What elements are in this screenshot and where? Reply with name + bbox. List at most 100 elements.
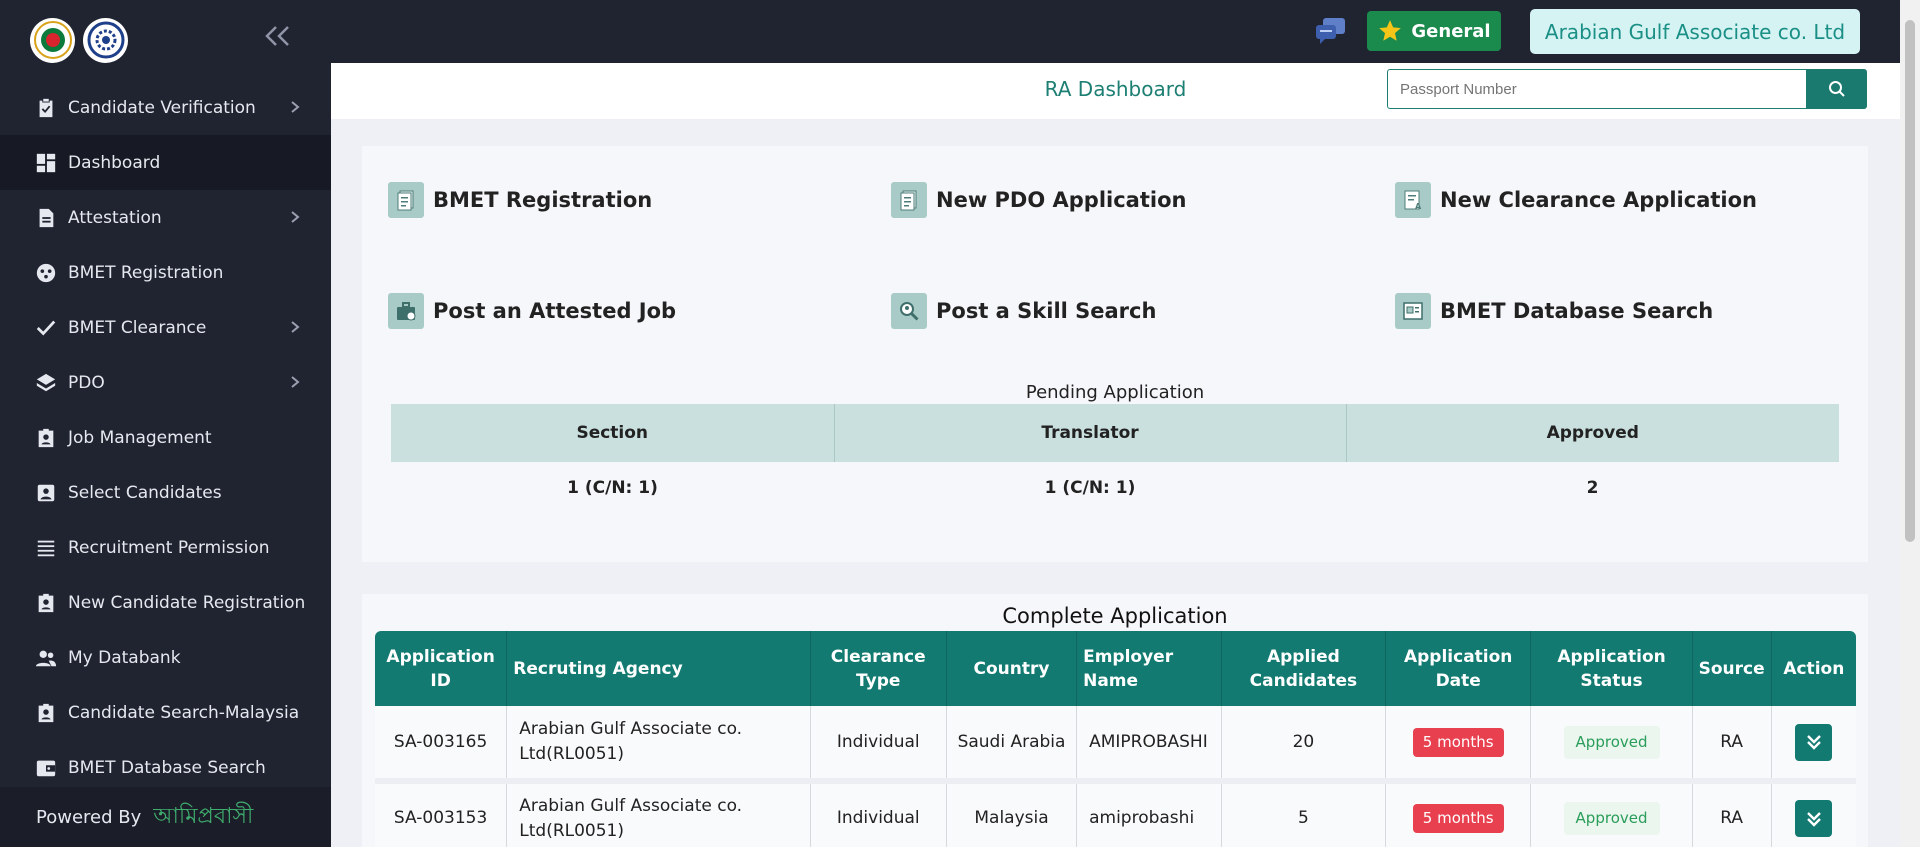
column-header-action: Action: [1771, 631, 1856, 706]
cell-id: SA-003153: [375, 781, 508, 847]
page-scrollbar[interactable]: [1900, 0, 1920, 847]
clearance-doc-icon: A: [1395, 182, 1431, 218]
cell-status: Approved: [1530, 706, 1693, 784]
double-chevron-down-icon: [1806, 735, 1821, 750]
cell-date: 5 months: [1385, 781, 1532, 847]
action-label: Post an Attested Job: [433, 299, 677, 323]
top-bar: General Arabian Gulf Associate co. Ltd: [331, 0, 1900, 63]
chevron-right-icon: [289, 209, 301, 228]
sidebar-item-label: Candidate Search-Malaysia: [68, 702, 300, 723]
general-button[interactable]: General: [1367, 11, 1501, 51]
pending-approved-count[interactable]: 2: [1346, 462, 1839, 514]
action-new-pdo-application[interactable]: New PDO Application: [891, 182, 1186, 218]
sidebar-item-select-candidates[interactable]: Select Candidates: [0, 465, 331, 520]
cell-agency: Arabian Gulf Associate co. Ltd(RL0051): [506, 706, 811, 784]
action-label: BMET Database Search: [1440, 299, 1714, 323]
sidebar-item-job-management[interactable]: Job Management: [0, 410, 331, 465]
column-header-applied-candidates: Applied Candidates: [1221, 631, 1386, 706]
passport-search-input[interactable]: [1387, 69, 1812, 109]
collapse-sidebar-icon[interactable]: [264, 24, 292, 54]
action-bmet-database-search[interactable]: BMET Database Search: [1395, 293, 1713, 329]
column-header-recruting-agency: Recruting Agency: [506, 631, 811, 706]
pending-application-table: Section Translator Approved 1 (C/N: 1) 1…: [391, 404, 1839, 514]
sidebar-item-bmet-registration[interactable]: BMET Registration: [0, 245, 331, 300]
cell-date: 5 months: [1385, 706, 1532, 784]
expand-row-button[interactable]: [1795, 800, 1833, 837]
check-icon: [34, 316, 58, 340]
sidebar-item-label: Dashboard: [68, 152, 161, 173]
sidebar-item-label: PDO: [68, 372, 105, 393]
sidebar-nav: Candidate Verification Dashboard Attestati…: [0, 80, 331, 795]
pending-translator-count[interactable]: 1 (C/N: 1): [834, 462, 1346, 514]
sidebar-item-candidate-search-malaysia[interactable]: Candidate Search-Malaysia: [0, 685, 331, 740]
clipboard-check-icon: [34, 96, 58, 120]
cell-country: Malaysia: [946, 781, 1078, 847]
sidebar-item-dashboard[interactable]: Dashboard: [0, 135, 331, 190]
bangladesh-emblem-logo: [30, 17, 75, 63]
sidebar-item-label: My Databank: [68, 647, 181, 668]
pending-header-translator: Translator: [834, 404, 1347, 462]
scrollbar-thumb[interactable]: [1905, 20, 1915, 542]
quick-actions-panel: BMET Registration New PDO Application A New…: [362, 146, 1868, 562]
contact-icon: [34, 481, 58, 505]
double-chevron-down-icon: [1806, 811, 1821, 827]
expand-row-button[interactable]: [1795, 723, 1833, 761]
column-header-application-id: Application ID: [375, 631, 508, 706]
action-bmet-registration[interactable]: BMET Registration: [388, 182, 652, 218]
cell-type: Individual: [810, 706, 947, 784]
column-header-source: Source: [1692, 631, 1772, 706]
sidebar: Candidate Verification Dashboard Attestati…: [0, 0, 331, 847]
document-icon: [34, 206, 58, 230]
sidebar-item-label: Select Candidates: [68, 482, 222, 503]
sidebar-item-new-candidate-registration[interactable]: New Candidate Registration: [0, 575, 331, 630]
column-header-clearance-type: Clearance Type: [810, 631, 947, 706]
pending-application-title: Pending Application: [1025, 382, 1205, 403]
svg-text:A: A: [1415, 202, 1422, 211]
skill-search-icon: [891, 293, 927, 329]
sidebar-item-label: New Candidate Registration: [68, 592, 306, 613]
column-header-application-status: Application Status: [1530, 631, 1693, 706]
people-icon: [34, 646, 58, 670]
dashboard-header: RA Dashboard: [331, 63, 1900, 119]
cell-action: [1771, 781, 1856, 847]
sidebar-item-label: BMET Database Search: [68, 757, 266, 778]
sidebar-item-bmet-clearance[interactable]: BMET Clearance: [0, 300, 331, 355]
sidebar-item-label: BMET Registration: [68, 262, 224, 283]
cell-applied: 5: [1221, 781, 1386, 847]
status-badge: Approved: [1563, 802, 1660, 835]
agency-name-button[interactable]: Arabian Gulf Associate co. Ltd: [1530, 9, 1860, 54]
sidebar-item-label: Attestation: [68, 207, 162, 228]
action-post-an-attested-job[interactable]: Post an Attested Job: [388, 293, 676, 329]
registration-icon: [34, 261, 58, 285]
action-post-a-skill-search[interactable]: Post a Skill Search: [891, 293, 1156, 329]
bmet-logo: [83, 17, 128, 63]
action-label: New Clearance Application: [1440, 188, 1757, 212]
complete-application-panel: Complete Application Application ID Recru…: [362, 594, 1868, 847]
status-badge: Approved: [1563, 725, 1660, 759]
action-new-clearance-application[interactable]: A New Clearance Application: [1395, 182, 1757, 218]
table-row: SA-003165 Arabian Gulf Associate co. Ltd(…: [375, 706, 1856, 784]
amiprobashi-logo: আমিপ্রবাসী: [153, 803, 254, 829]
cell-agency: Arabian Gulf Associate co. Ltd(RL0051): [506, 781, 811, 847]
sidebar-item-label: BMET Clearance: [68, 317, 207, 338]
badge-icon: [34, 426, 58, 450]
layers-icon: [34, 371, 58, 395]
chevron-right-icon: [289, 99, 301, 118]
search-button[interactable]: [1806, 69, 1867, 109]
badge-icon: [34, 701, 58, 725]
badge-icon: [34, 591, 58, 615]
registration-doc-icon: [388, 182, 424, 218]
sidebar-item-candidate-verification[interactable]: Candidate Verification: [0, 80, 331, 135]
chevron-right-icon: [289, 319, 301, 338]
sidebar-item-recruitment-permission[interactable]: Recruitment Permission: [0, 520, 331, 575]
cell-status: Approved: [1530, 781, 1693, 847]
sidebar-item-pdo[interactable]: PDO: [0, 355, 331, 410]
sidebar-item-label: Recruitment Permission: [68, 537, 270, 558]
sidebar-item-my-databank[interactable]: My Databank: [0, 630, 331, 685]
pending-section-count[interactable]: 1 (C/N: 1): [391, 462, 834, 514]
wallet-icon: [34, 756, 58, 780]
star-icon: [1379, 20, 1402, 41]
chat-icon[interactable]: [1314, 16, 1348, 46]
sidebar-item-attestation[interactable]: Attestation: [0, 190, 331, 245]
date-badge: 5 months: [1412, 727, 1504, 757]
